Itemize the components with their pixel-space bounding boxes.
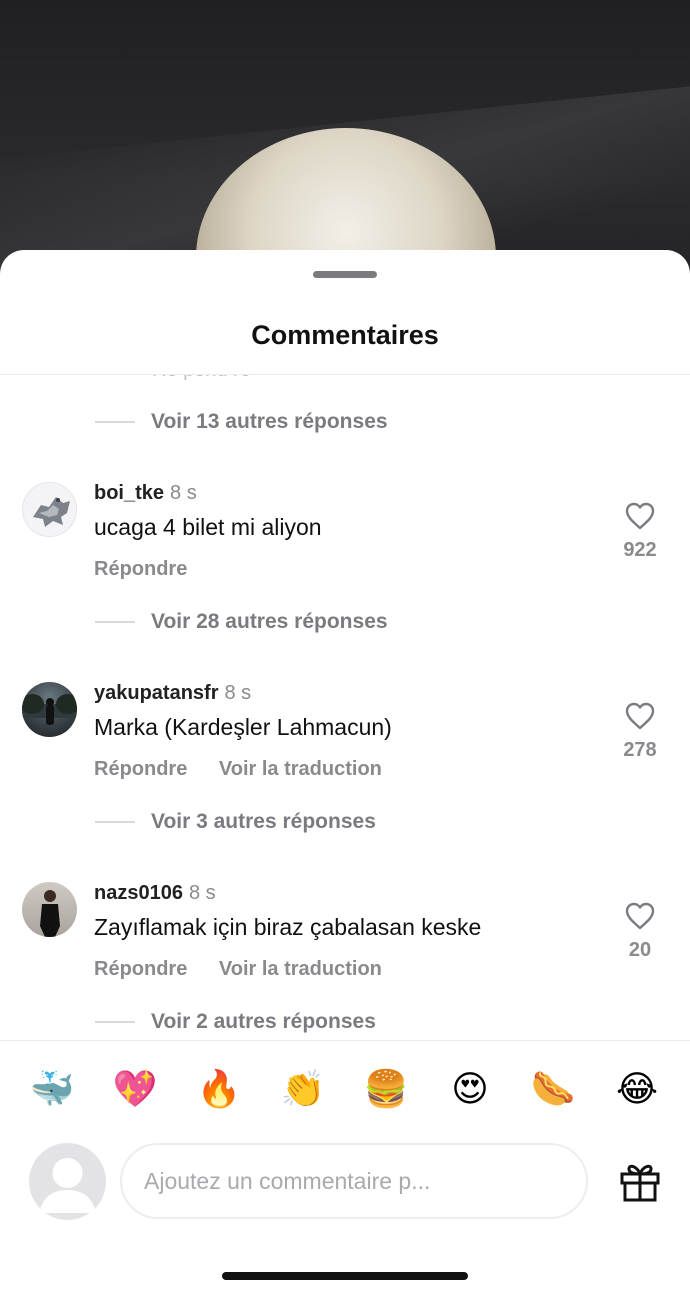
comment-actions: Répondre [94, 558, 213, 581]
comments-sheet: Commentaires Ré pond re Voir 13 autres r… [0, 250, 690, 1294]
comment-time: 8 s [170, 482, 197, 504]
comment-time: 8 s [224, 682, 252, 704]
comment-text: Marka (Kardeşler Lahmacun) [94, 714, 392, 740]
like-button[interactable]: 20 [610, 902, 670, 962]
reply-dash [95, 821, 135, 823]
heart-outline-icon [625, 902, 655, 930]
comment-input-placeholder: Ajoutez un commentaire p... [144, 1167, 431, 1194]
avatar[interactable] [22, 882, 77, 937]
comment-actions: Répondre Voir la traduction [94, 958, 408, 981]
reply-dash [95, 421, 135, 423]
like-count: 922 [623, 539, 657, 561]
emoji-fire[interactable]: 🔥 [196, 1066, 242, 1112]
like-button[interactable]: 278 [610, 702, 670, 762]
view-more-replies[interactable]: Voir 3 autres réponses [0, 807, 376, 837]
view-more-replies-label: Voir 13 autres réponses [151, 410, 388, 433]
like-count: 20 [628, 939, 652, 961]
emoji-laughing[interactable]: 😂 [614, 1066, 660, 1112]
comment-input[interactable]: Ajoutez un commentaire p... [120, 1143, 588, 1219]
comment-text: ucaga 4 bilet mi aliyon [94, 514, 322, 540]
view-more-replies-label: Voir 28 autres réponses [151, 610, 388, 633]
composer-avatar[interactable] [29, 1143, 106, 1220]
translate-button[interactable]: Voir la traduction [219, 758, 382, 780]
home-indicator[interactable] [222, 1272, 468, 1280]
sheet-title: Commentaires [251, 320, 439, 350]
view-more-replies[interactable]: Voir 2 autres réponses [0, 1007, 376, 1037]
composer-divider [0, 1040, 690, 1041]
view-more-replies[interactable]: Voir 13 autres réponses [0, 407, 388, 437]
reply-dash [95, 1021, 135, 1023]
like-button[interactable]: 922 [610, 502, 670, 562]
like-count: 278 [623, 739, 657, 761]
view-more-replies[interactable]: Voir 28 autres réponses [0, 607, 388, 637]
sheet-grabber-handle[interactable] [313, 271, 377, 278]
reply-button[interactable]: Répondre [94, 558, 187, 580]
view-more-replies-label: Voir 2 autres réponses [151, 1010, 376, 1033]
avatar[interactable] [22, 482, 77, 537]
comment-username[interactable]: nazs0106 8 s [94, 882, 216, 905]
comment-username[interactable]: boi_tke 8 s [94, 482, 197, 505]
emoji-heart-eyes[interactable]: 😍 [447, 1066, 493, 1112]
emoji-clap[interactable]: 👏 [280, 1066, 326, 1112]
heart-outline-icon [625, 502, 655, 530]
emoji-whale[interactable]: 🐳 [29, 1066, 75, 1112]
reply-button[interactable]: Répondre [94, 958, 187, 980]
reply-dash [95, 621, 135, 623]
view-more-replies-label: Voir 3 autres réponses [151, 810, 376, 833]
comments-list[interactable]: Ré pond re Voir 13 autres réponses boi_t… [0, 375, 690, 1040]
gift-button[interactable] [617, 1158, 663, 1204]
heart-outline-icon [625, 702, 655, 730]
emoji-hotdog[interactable]: 🌭 [530, 1066, 576, 1112]
comment-text: Zayıflamak için biraz çabalasan keske [94, 914, 482, 940]
emoji-sparkling-heart[interactable]: 💖 [112, 1066, 158, 1112]
comment-time: 8 s [188, 882, 216, 904]
comment-actions: Répondre Voir la traduction [94, 758, 408, 781]
gift-icon [620, 1164, 660, 1202]
avatar[interactable] [22, 682, 77, 737]
emoji-quick-bar: 🐳 💖 🔥 👏 🍔 😍 🌭 😂 [0, 1066, 690, 1118]
comment-username[interactable]: yakupatansfr 8 s [94, 682, 251, 705]
translate-button[interactable]: Voir la traduction [219, 958, 382, 980]
truncated-previous-comment: Ré pond re [152, 375, 251, 382]
default-avatar-icon [39, 1158, 96, 1213]
emoji-burger[interactable]: 🍔 [363, 1066, 409, 1112]
reply-button[interactable]: Répondre [94, 758, 187, 780]
